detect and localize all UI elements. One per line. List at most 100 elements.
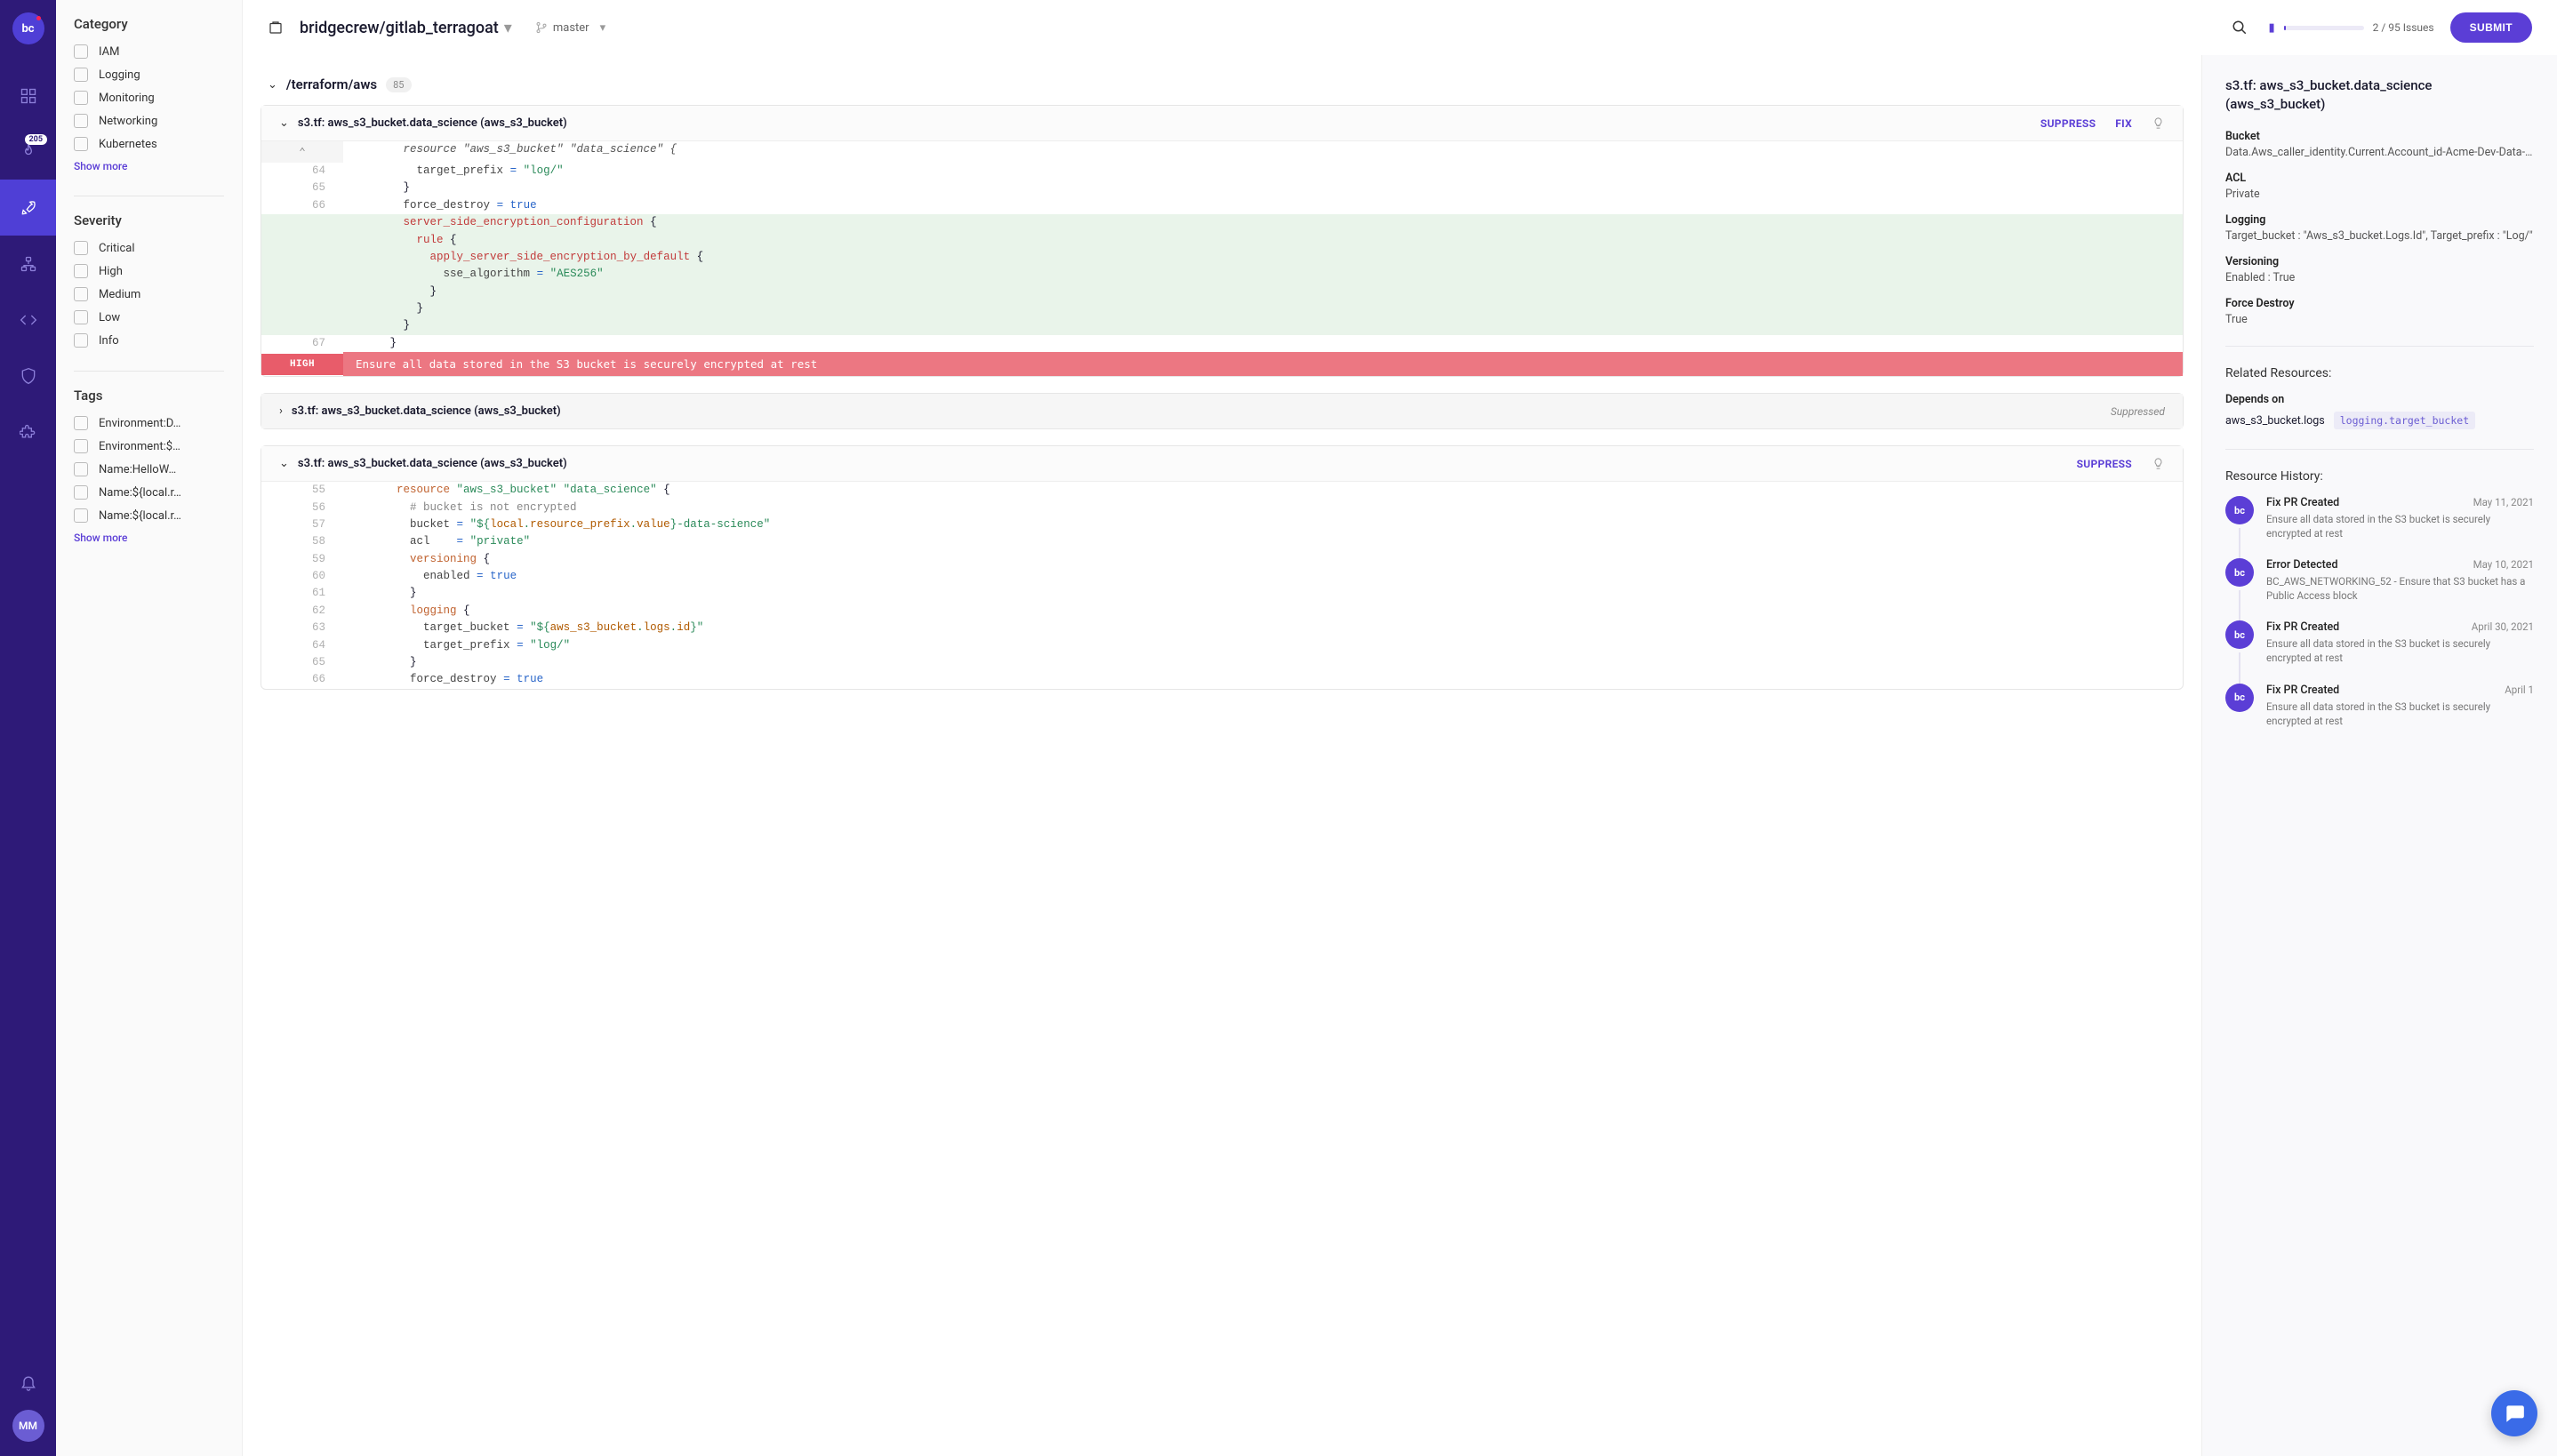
filter-info[interactable]: Info bbox=[74, 333, 224, 348]
checkbox[interactable] bbox=[74, 310, 88, 324]
nav-projects[interactable] bbox=[0, 180, 56, 236]
history-avatar: bc bbox=[2225, 620, 2254, 649]
rocket-icon bbox=[20, 199, 37, 217]
nav-security[interactable] bbox=[0, 348, 56, 404]
nav-notifications[interactable] bbox=[0, 1354, 56, 1410]
filter-tag[interactable]: Name:${local.r… bbox=[74, 485, 224, 500]
checkbox[interactable] bbox=[74, 508, 88, 523]
puzzle-icon bbox=[20, 423, 37, 441]
category-show-more[interactable]: Show more bbox=[74, 160, 224, 172]
branch-selector[interactable]: master ▾ bbox=[535, 21, 605, 35]
filter-tag[interactable]: Name:HelloW… bbox=[74, 462, 224, 476]
severity-badge: HIGH bbox=[261, 354, 343, 375]
suppress-button[interactable]: SUPPRESS bbox=[2077, 458, 2132, 470]
lightbulb-icon[interactable] bbox=[2152, 116, 2165, 130]
history-item[interactable]: bc Fix PR CreatedApril 1 Ensure all data… bbox=[2225, 684, 2534, 728]
checkbox[interactable] bbox=[74, 264, 88, 278]
bell-icon bbox=[20, 1373, 37, 1391]
filter-high[interactable]: High bbox=[74, 264, 224, 278]
topbar: bridgecrew/gitlab_terragoat▾ master ▾ ▮ … bbox=[243, 0, 2557, 55]
issue-card: ⌄ s3.tf: aws_s3_bucket.data_science (aws… bbox=[261, 105, 2184, 377]
filter-iam[interactable]: IAM bbox=[74, 44, 224, 59]
history-title: Resource History: bbox=[2225, 469, 2534, 484]
checkbox[interactable] bbox=[74, 462, 88, 476]
sitemap-icon bbox=[20, 255, 37, 273]
history-avatar: bc bbox=[2225, 496, 2254, 524]
issue-message: Ensure all data stored in the S3 bucket … bbox=[343, 352, 2183, 376]
checkbox[interactable] bbox=[74, 485, 88, 500]
nav-integrations[interactable] bbox=[0, 404, 56, 460]
issue-card: ⌄ s3.tf: aws_s3_bucket.data_science (aws… bbox=[261, 445, 2184, 690]
filter-tag[interactable]: Environment:D… bbox=[74, 416, 224, 430]
submit-button[interactable]: SUBMIT bbox=[2450, 12, 2532, 43]
issues-list[interactable]: ⌄ /terraform/aws 85 ⌄ s3.tf: aws_s3_buck… bbox=[243, 55, 2201, 1456]
category-title: Category bbox=[74, 16, 224, 32]
filter-monitoring[interactable]: Monitoring bbox=[74, 91, 224, 105]
filter-kubernetes[interactable]: Kubernetes bbox=[74, 137, 224, 151]
checkbox[interactable] bbox=[74, 114, 88, 128]
repo-icon bbox=[268, 20, 284, 36]
checkbox[interactable] bbox=[74, 44, 88, 59]
path-header[interactable]: ⌄ /terraform/aws 85 bbox=[261, 64, 2184, 105]
issue-header[interactable]: ⌄ s3.tf: aws_s3_bucket.data_science (aws… bbox=[261, 106, 2183, 141]
filter-networking[interactable]: Networking bbox=[74, 114, 224, 128]
checkbox[interactable] bbox=[74, 333, 88, 348]
tags-show-more[interactable]: Show more bbox=[74, 532, 224, 544]
grid-icon bbox=[20, 87, 37, 105]
dependency-target: logging.target_bucket bbox=[2334, 412, 2475, 429]
related-resources-title: Related Resources: bbox=[2225, 366, 2534, 380]
filter-tag[interactable]: Name:${local.r… bbox=[74, 508, 224, 523]
filter-critical[interactable]: Critical bbox=[74, 241, 224, 255]
issue-card: › s3.tf: aws_s3_bucket.data_science (aws… bbox=[261, 393, 2184, 429]
search-button[interactable] bbox=[2226, 14, 2253, 41]
chevron-down-icon: ▾ bbox=[600, 21, 606, 35]
checkbox[interactable] bbox=[74, 241, 88, 255]
issue-banner: HIGH Ensure all data stored in the S3 bu… bbox=[261, 352, 2183, 376]
checkbox[interactable] bbox=[74, 439, 88, 453]
checkbox[interactable] bbox=[74, 416, 88, 430]
filter-medium[interactable]: Medium bbox=[74, 287, 224, 301]
nav-incidents[interactable]: 205 bbox=[0, 124, 56, 180]
suppressed-label: Suppressed bbox=[2111, 405, 2165, 418]
chevron-down-icon: ⌄ bbox=[279, 457, 289, 470]
nav-supply-chain[interactable] bbox=[0, 236, 56, 292]
suppress-button[interactable]: SUPPRESS bbox=[2040, 117, 2096, 130]
repo-selector[interactable]: bridgecrew/gitlab_terragoat▾ bbox=[300, 19, 512, 37]
dependency-row[interactable]: aws_s3_bucket.logs logging.target_bucket bbox=[2225, 412, 2534, 429]
logo[interactable]: bc bbox=[12, 12, 44, 44]
branch-icon bbox=[535, 21, 548, 34]
issue-count-chip: 85 bbox=[386, 77, 411, 92]
checkbox[interactable] bbox=[74, 68, 88, 82]
issue-header[interactable]: ⌄ s3.tf: aws_s3_bucket.data_science (aws… bbox=[261, 446, 2183, 482]
code-icon bbox=[20, 311, 37, 329]
fix-button[interactable]: FIX bbox=[2115, 117, 2132, 130]
filters-sidebar: Category IAM Logging Monitoring Networki… bbox=[56, 0, 243, 1456]
filter-logging[interactable]: Logging bbox=[74, 68, 224, 82]
checkbox[interactable] bbox=[74, 137, 88, 151]
collapse-toggle[interactable]: ⌃ bbox=[261, 141, 343, 163]
history-item[interactable]: bc Fix PR CreatedApril 30, 2021 Ensure a… bbox=[2225, 620, 2534, 665]
filter-low[interactable]: Low bbox=[74, 310, 224, 324]
nav-dashboard[interactable] bbox=[0, 68, 56, 124]
history-item[interactable]: bc Fix PR CreatedMay 11, 2021 Ensure all… bbox=[2225, 496, 2534, 540]
progress: ▮ 2 / 95 Issues bbox=[2269, 21, 2434, 35]
checkbox[interactable] bbox=[74, 91, 88, 105]
history-item[interactable]: bc Error DetectedMay 10, 2021 BC_AWS_NET… bbox=[2225, 558, 2534, 603]
details-panel[interactable]: s3.tf: aws_s3_bucket.data_science (aws_s… bbox=[2201, 55, 2557, 1456]
history-avatar: bc bbox=[2225, 558, 2254, 587]
checkbox[interactable] bbox=[74, 287, 88, 301]
chevron-right-icon: › bbox=[279, 404, 283, 418]
severity-title: Severity bbox=[74, 212, 224, 228]
chat-icon bbox=[2503, 1402, 2526, 1425]
filter-tag[interactable]: Environment:$… bbox=[74, 439, 224, 453]
user-avatar[interactable]: MM bbox=[12, 1410, 44, 1442]
nav-rail: bc 205 MM bbox=[0, 0, 56, 1456]
chat-fab[interactable] bbox=[2491, 1390, 2537, 1436]
shield-icon bbox=[20, 367, 37, 385]
nav-code[interactable] bbox=[0, 292, 56, 348]
issues-count: 2 / 95 Issues bbox=[2373, 21, 2434, 34]
path-text: /terraform/aws bbox=[286, 76, 377, 92]
details-title: s3.tf: aws_s3_bucket.data_science (aws_s… bbox=[2225, 76, 2534, 114]
issue-header[interactable]: › s3.tf: aws_s3_bucket.data_science (aws… bbox=[261, 394, 2183, 428]
lightbulb-icon[interactable] bbox=[2152, 457, 2165, 470]
